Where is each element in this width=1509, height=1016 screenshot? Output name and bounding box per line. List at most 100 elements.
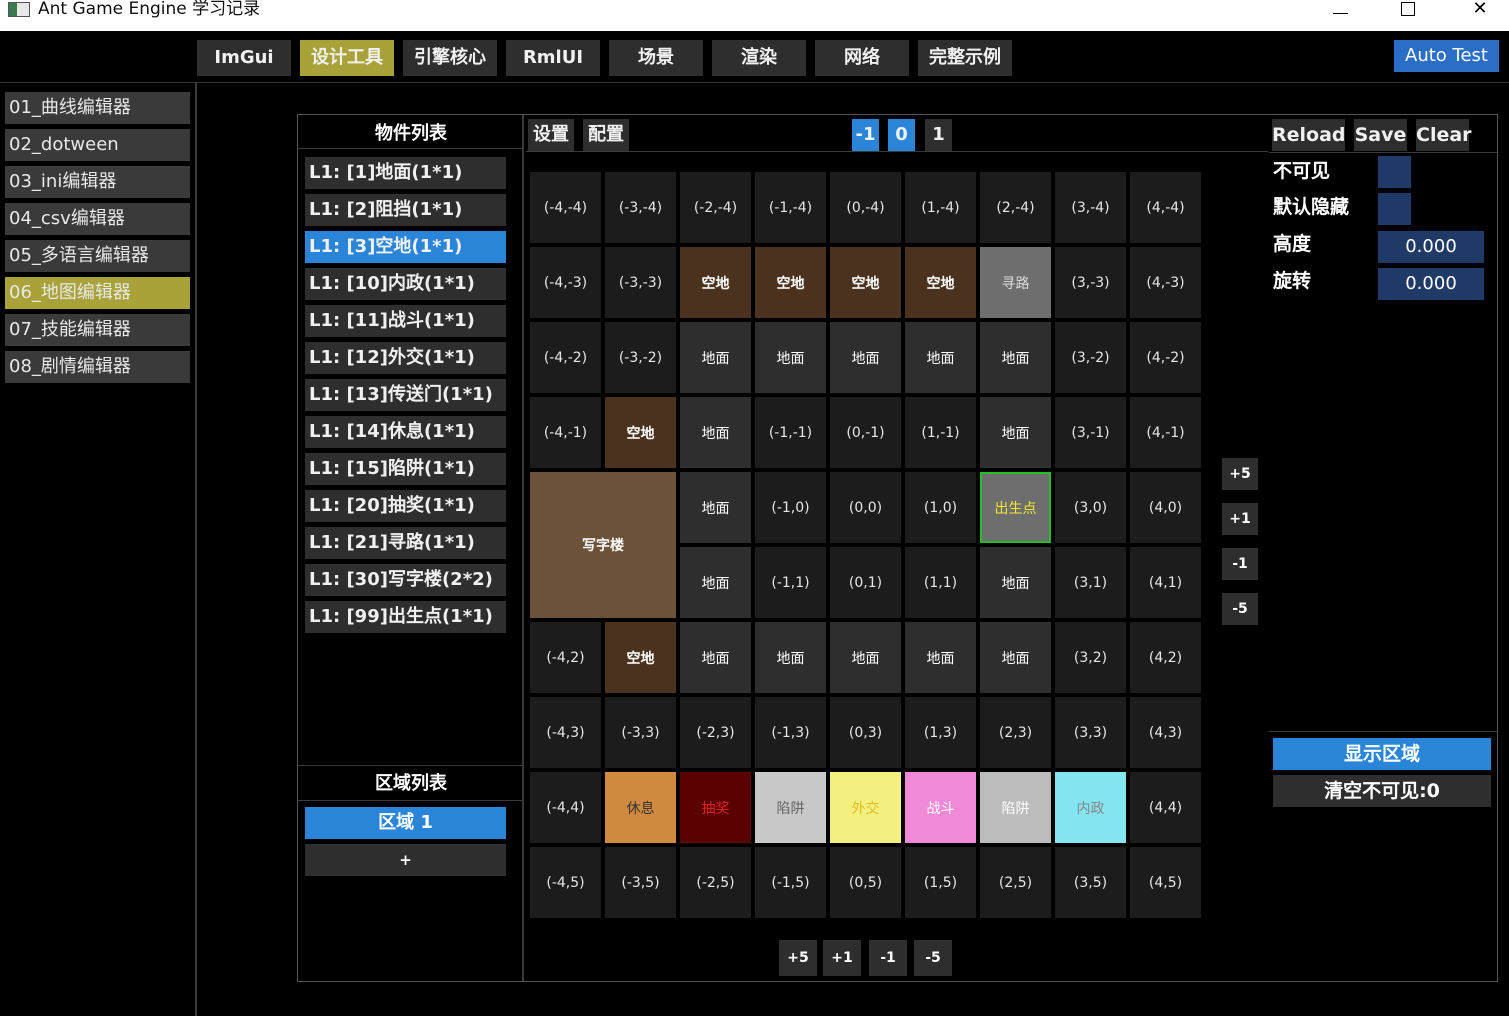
tile-kongdi[interactable]: 空地 bbox=[830, 247, 901, 318]
sidebar-item-skill-editor[interactable]: 07_技能编辑器 bbox=[5, 314, 190, 346]
tile-empty[interactable]: (0,5) bbox=[830, 847, 901, 918]
object-item[interactable]: L1: [21]寻路(1*1) bbox=[305, 527, 506, 559]
tile-empty[interactable]: (-4,2) bbox=[530, 622, 601, 693]
row-step-minus5-button[interactable]: -5 bbox=[1222, 593, 1258, 625]
object-item[interactable]: L1: [14]休息(1*1) bbox=[305, 416, 506, 448]
sidebar-item-ini-editor[interactable]: 03_ini编辑器 bbox=[5, 166, 190, 198]
region-item[interactable]: 区域 1 bbox=[305, 807, 506, 839]
invisible-checkbox[interactable] bbox=[1378, 156, 1411, 188]
layer-minus-1-button[interactable]: -1 bbox=[852, 119, 879, 151]
maximize-button[interactable] bbox=[1378, 0, 1438, 22]
tile-empty[interactable]: (4,3) bbox=[1130, 697, 1201, 768]
tile-internal[interactable]: 内政 bbox=[1055, 772, 1126, 843]
tile-empty[interactable]: (-4,4) bbox=[530, 772, 601, 843]
tile-empty[interactable]: (-1,3) bbox=[755, 697, 826, 768]
tile-empty[interactable]: (-1,-1) bbox=[755, 397, 826, 468]
object-item[interactable]: L1: [99]出生点(1*1) bbox=[305, 601, 506, 633]
tile-dimian[interactable]: 地面 bbox=[680, 397, 751, 468]
tile-empty[interactable]: (1,-1) bbox=[905, 397, 976, 468]
col-step-minus5-button[interactable]: -5 bbox=[914, 940, 952, 976]
tile-dimian[interactable]: 地面 bbox=[980, 622, 1051, 693]
config-button[interactable]: 配置 bbox=[583, 119, 629, 151]
tile-office-building[interactable]: 写字楼 bbox=[530, 472, 676, 618]
add-region-button[interactable]: + bbox=[305, 844, 506, 876]
tab-render[interactable]: 渲染 bbox=[712, 40, 806, 76]
tile-dimian[interactable]: 地面 bbox=[755, 622, 826, 693]
sidebar-item-dotween[interactable]: 02_dotween bbox=[5, 129, 190, 161]
tile-empty[interactable]: (2,-4) bbox=[980, 172, 1051, 243]
tab-design-tools[interactable]: 设计工具 bbox=[300, 40, 394, 76]
tab-imgui[interactable]: ImGui bbox=[197, 40, 291, 76]
col-step-plus5-button[interactable]: +5 bbox=[779, 940, 817, 976]
object-item[interactable]: L1: [12]外交(1*1) bbox=[305, 342, 506, 374]
tile-empty[interactable]: (-3,-2) bbox=[605, 322, 676, 393]
tile-kongdi[interactable]: 空地 bbox=[755, 247, 826, 318]
auto-test-button[interactable]: Auto Test bbox=[1394, 40, 1499, 72]
tile-empty[interactable]: (4,0) bbox=[1130, 472, 1201, 543]
object-item[interactable]: L1: [15]陷阱(1*1) bbox=[305, 453, 506, 485]
tile-empty[interactable]: (0,-1) bbox=[830, 397, 901, 468]
tab-full-example[interactable]: 完整示例 bbox=[918, 40, 1012, 76]
tile-lottery[interactable]: 抽奖 bbox=[680, 772, 751, 843]
tile-dimian[interactable]: 地面 bbox=[680, 322, 751, 393]
sidebar-item-story-editor[interactable]: 08_剧情编辑器 bbox=[5, 351, 190, 383]
tile-empty[interactable]: (-1,5) bbox=[755, 847, 826, 918]
tile-dimian[interactable]: 地面 bbox=[680, 472, 751, 543]
tile-empty[interactable]: (-4,3) bbox=[530, 697, 601, 768]
show-region-button[interactable]: 显示区域 bbox=[1273, 738, 1491, 770]
tile-empty[interactable]: (4,4) bbox=[1130, 772, 1201, 843]
object-item[interactable]: L1: [13]传送门(1*1) bbox=[305, 379, 506, 411]
layer-0-button[interactable]: 0 bbox=[888, 119, 915, 151]
tab-network[interactable]: 网络 bbox=[815, 40, 909, 76]
tile-empty[interactable]: (4,1) bbox=[1130, 547, 1201, 618]
tile-empty[interactable]: (2,3) bbox=[980, 697, 1051, 768]
row-step-minus1-button[interactable]: -1 bbox=[1222, 548, 1258, 580]
tile-empty[interactable]: (3,3) bbox=[1055, 697, 1126, 768]
layer-1-button[interactable]: 1 bbox=[925, 119, 952, 151]
tile-empty[interactable]: (-3,3) bbox=[605, 697, 676, 768]
tile-empty[interactable]: (3,1) bbox=[1055, 547, 1126, 618]
tile-dimian[interactable]: 地面 bbox=[680, 547, 751, 618]
tab-rmlui[interactable]: RmlUI bbox=[506, 40, 600, 76]
tile-kongdi[interactable]: 空地 bbox=[605, 397, 676, 468]
close-button[interactable]: ✕ bbox=[1450, 0, 1509, 22]
tile-empty[interactable]: (3,-4) bbox=[1055, 172, 1126, 243]
tab-engine-core[interactable]: 引擎核心 bbox=[403, 40, 497, 76]
height-input[interactable]: 0.000 bbox=[1378, 231, 1484, 263]
tile-empty[interactable]: (3,-3) bbox=[1055, 247, 1126, 318]
tile-empty[interactable]: (1,1) bbox=[905, 547, 976, 618]
tile-empty[interactable]: (4,-4) bbox=[1130, 172, 1201, 243]
tile-spawn[interactable]: 出生点 bbox=[980, 472, 1051, 543]
object-item[interactable]: L1: [10]内政(1*1) bbox=[305, 268, 506, 300]
tile-diplo[interactable]: 外交 bbox=[830, 772, 901, 843]
tile-empty[interactable]: (0,0) bbox=[830, 472, 901, 543]
tile-empty[interactable]: (1,3) bbox=[905, 697, 976, 768]
tile-dimian[interactable]: 地面 bbox=[830, 622, 901, 693]
tile-empty[interactable]: (3,-2) bbox=[1055, 322, 1126, 393]
tab-scene[interactable]: 场景 bbox=[609, 40, 703, 76]
object-item[interactable]: L1: [2]阻挡(1*1) bbox=[305, 194, 506, 226]
col-step-plus1-button[interactable]: +1 bbox=[823, 940, 861, 976]
tile-empty[interactable]: (-2,5) bbox=[680, 847, 751, 918]
sidebar-item-i18n-editor[interactable]: 05_多语言编辑器 bbox=[5, 240, 190, 272]
tile-empty[interactable]: (-2,3) bbox=[680, 697, 751, 768]
tile-empty[interactable]: (-3,-4) bbox=[605, 172, 676, 243]
tile-empty[interactable]: (-3,5) bbox=[605, 847, 676, 918]
tile-dimian[interactable]: 地面 bbox=[980, 397, 1051, 468]
row-step-plus1-button[interactable]: +1 bbox=[1222, 503, 1258, 535]
tile-empty[interactable]: (1,5) bbox=[905, 847, 976, 918]
row-step-plus5-button[interactable]: +5 bbox=[1222, 458, 1258, 490]
tile-empty[interactable]: (-1,-4) bbox=[755, 172, 826, 243]
reload-button[interactable]: Reload bbox=[1272, 119, 1346, 151]
tile-empty[interactable]: (0,3) bbox=[830, 697, 901, 768]
clear-invisible-button[interactable]: 清空不可见:0 bbox=[1273, 775, 1491, 807]
tile-kongdi[interactable]: 空地 bbox=[680, 247, 751, 318]
default-hidden-checkbox[interactable] bbox=[1378, 193, 1411, 225]
tile-kongdi[interactable]: 空地 bbox=[605, 622, 676, 693]
tile-rest[interactable]: 休息 bbox=[605, 772, 676, 843]
sidebar-item-curve-editor[interactable]: 01_曲线编辑器 bbox=[5, 92, 190, 124]
tile-dimian[interactable]: 地面 bbox=[755, 322, 826, 393]
tile-empty[interactable]: (4,2) bbox=[1130, 622, 1201, 693]
col-step-minus1-button[interactable]: -1 bbox=[869, 940, 907, 976]
save-button[interactable]: Save bbox=[1354, 119, 1407, 151]
